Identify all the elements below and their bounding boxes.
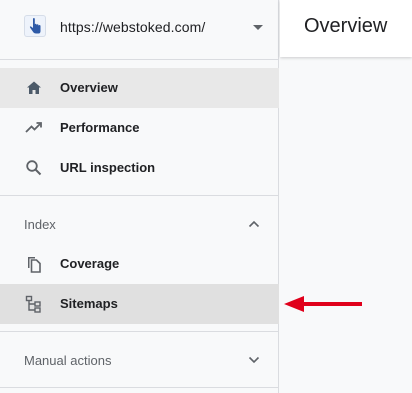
section-index-header[interactable]: Index: [0, 204, 279, 244]
page-title: Overview: [304, 15, 388, 37]
chevron-down-icon: [246, 352, 262, 368]
chevron-up-icon: [246, 216, 262, 232]
nav-item-label: Sitemaps: [60, 296, 118, 311]
property-url: https://webstoked.com/: [60, 19, 206, 35]
nav-item-sitemaps[interactable]: Sitemaps: [0, 284, 279, 324]
nav-item-coverage[interactable]: Coverage: [0, 244, 279, 284]
nav-item-label: Performance: [60, 120, 140, 135]
page-header: Overview: [280, 0, 412, 57]
sitemap-tree-icon: [24, 294, 44, 314]
nav-item-label: Coverage: [60, 256, 120, 271]
divider: [0, 331, 279, 332]
nav-item-performance[interactable]: Performance: [0, 108, 279, 148]
nav-item-label: URL inspection: [60, 160, 156, 175]
site-favicon-icon: [24, 15, 46, 37]
copy-pages-icon: [24, 254, 44, 274]
section-manual-actions-header[interactable]: Manual actions: [0, 340, 279, 380]
sidebar: https://webstoked.com/ Overview Performa…: [0, 0, 279, 393]
nav-item-url-inspection[interactable]: URL inspection: [0, 148, 279, 188]
divider: [0, 59, 279, 60]
divider: [0, 387, 279, 388]
nav-item-overview[interactable]: Overview: [0, 68, 279, 108]
dropdown-caret-icon: [253, 25, 263, 30]
annotation-arrow-icon: [282, 292, 366, 316]
home-icon: [24, 78, 44, 98]
section-title: Manual actions: [24, 353, 112, 368]
trending-up-icon: [24, 118, 44, 138]
search-icon: [24, 158, 44, 178]
section-title: Index: [24, 217, 56, 232]
nav-item-label: Overview: [60, 80, 118, 95]
property-selector[interactable]: https://webstoked.com/: [0, 0, 279, 57]
divider: [0, 195, 279, 196]
